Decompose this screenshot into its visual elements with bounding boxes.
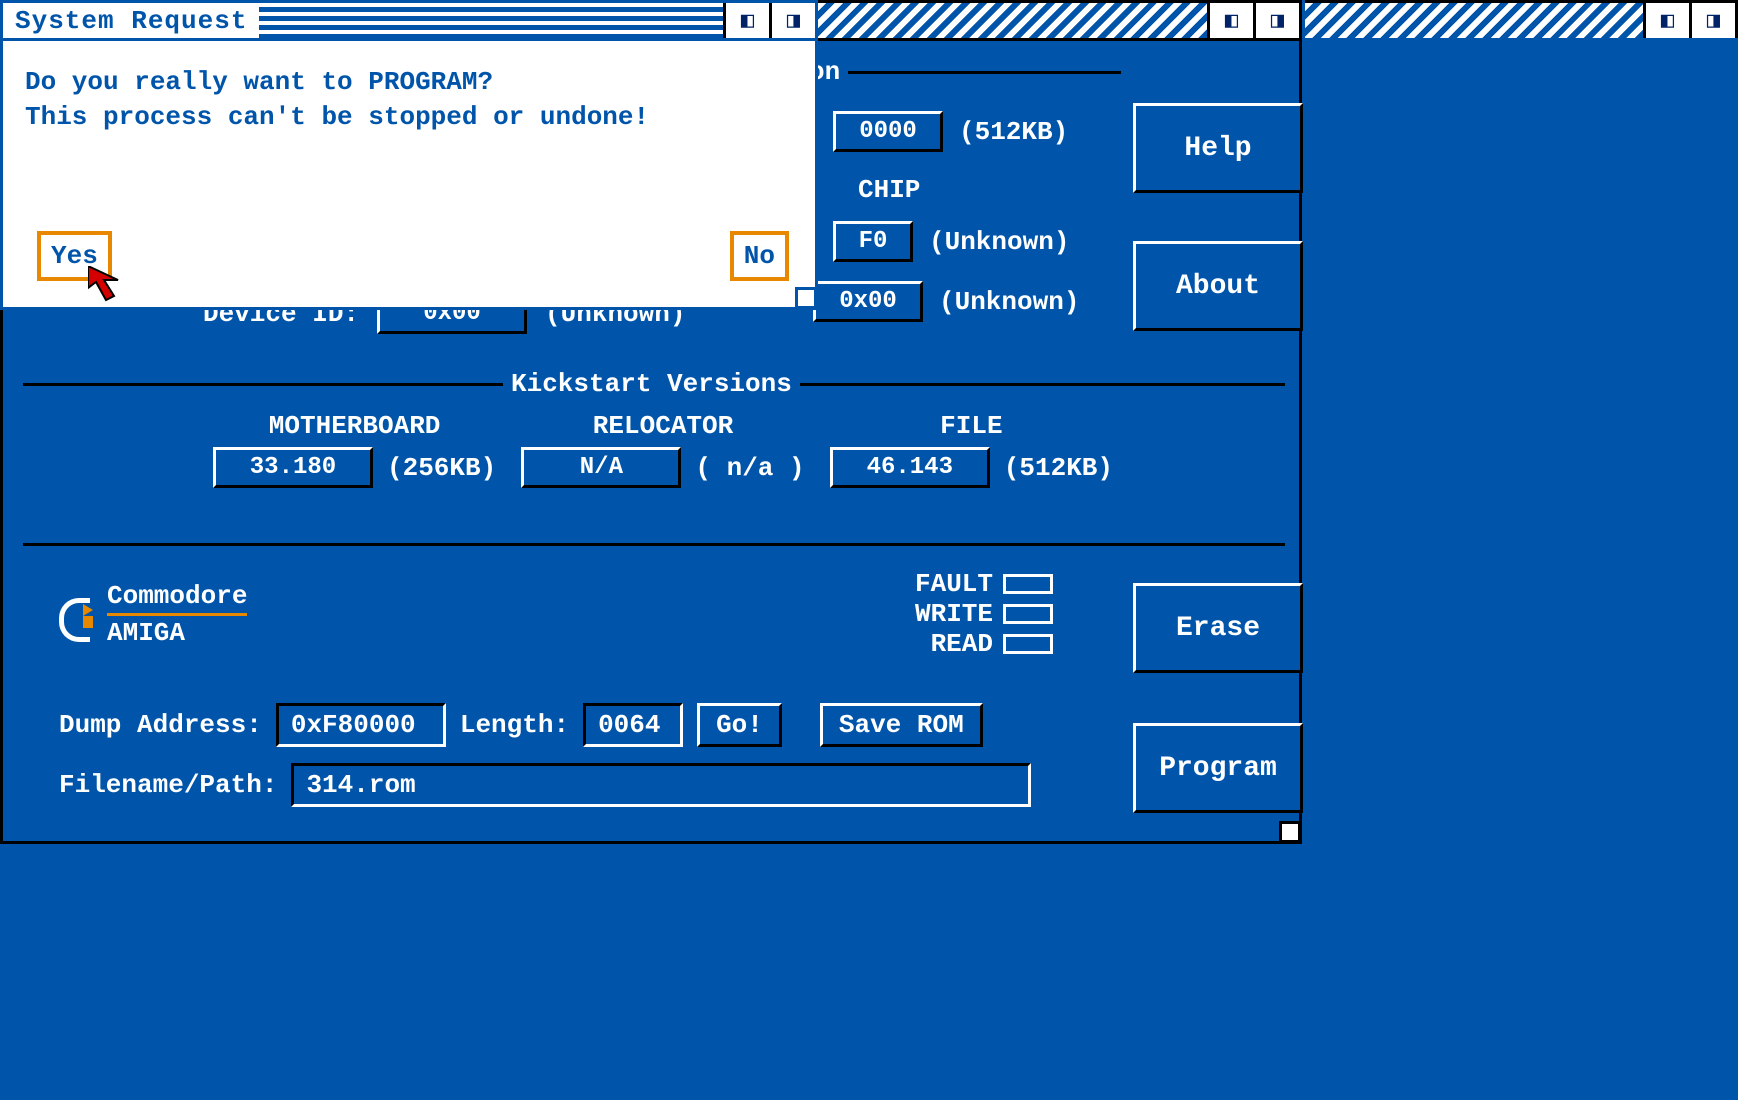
save-rom-button[interactable]: Save ROM bbox=[820, 703, 983, 747]
kick-file-size: (512KB) bbox=[1004, 453, 1113, 483]
kick-group-label: Kickstart Versions bbox=[503, 369, 800, 399]
kick-rel-label: RELOCATOR bbox=[521, 411, 804, 441]
dump-len-label: Length: bbox=[460, 710, 569, 740]
commodore-logo: Commodore AMIGA bbox=[59, 581, 247, 648]
depth-back-icon[interactable]: ◧ bbox=[1207, 3, 1253, 38]
logo-line2: AMIGA bbox=[107, 616, 247, 648]
logo-line1: Commodore bbox=[107, 581, 247, 616]
led-read-label: READ bbox=[931, 629, 993, 659]
filename-label: Filename/Path: bbox=[59, 770, 277, 800]
chip-desc: (Unknown) bbox=[929, 227, 1069, 257]
bg-depth-front-icon[interactable]: ◨ bbox=[1689, 3, 1735, 38]
depth-front-icon[interactable]: ◨ bbox=[1253, 3, 1299, 38]
resize-gadget-icon[interactable] bbox=[1279, 821, 1301, 843]
dialog-depth-back-icon[interactable]: ◧ bbox=[723, 3, 769, 38]
kick-mb-value: 33.180 bbox=[213, 447, 373, 488]
dialog-title: System Request bbox=[3, 6, 259, 36]
kick-rel-size: ( n/a ) bbox=[695, 453, 804, 483]
go-button[interactable]: Go! bbox=[697, 703, 782, 747]
dialog-resize-gadget-icon[interactable] bbox=[795, 287, 817, 309]
addr-value: 0000 bbox=[833, 111, 943, 152]
dialog-message: Do you really want to PROGRAM? This proc… bbox=[3, 41, 815, 159]
titlebar-pattern bbox=[1305, 3, 1643, 38]
dialog-no-button[interactable]: No bbox=[730, 231, 789, 281]
kick-file-value: 46.143 bbox=[830, 447, 990, 488]
led-fault bbox=[1003, 574, 1053, 594]
kick-mb-label: MOTHERBOARD bbox=[213, 411, 496, 441]
dump-addr-input[interactable]: 0xF80000 bbox=[276, 703, 446, 747]
chip-label: CHIP bbox=[858, 175, 920, 205]
commodore-check-icon bbox=[59, 598, 93, 632]
bottom-divider bbox=[23, 543, 1285, 546]
dump-len-input[interactable]: 0064 bbox=[583, 703, 683, 747]
led-read bbox=[1003, 634, 1053, 654]
bg-depth-back-icon[interactable]: ◧ bbox=[1643, 3, 1689, 38]
dialog-title-stripes bbox=[259, 3, 723, 38]
info-ex1-desc: (Unknown) bbox=[939, 287, 1079, 317]
dump-addr-label: Dump Address: bbox=[59, 710, 262, 740]
led-write-label: WRITE bbox=[915, 599, 993, 629]
background-window-titlebar: ◧ ◨ bbox=[1305, 0, 1738, 38]
kick-rel-value: N/A bbox=[521, 447, 681, 488]
help-button[interactable]: Help bbox=[1133, 103, 1303, 193]
info-ex1-value: 0x00 bbox=[813, 281, 923, 322]
chip-value: F0 bbox=[833, 221, 913, 262]
dialog-line2: This process can't be stopped or undone! bbox=[25, 100, 793, 135]
filename-input[interactable]: 314.rom bbox=[291, 763, 1031, 807]
kick-mb-size: (256KB) bbox=[387, 453, 496, 483]
program-button[interactable]: Program bbox=[1133, 723, 1303, 813]
addr-size: (512KB) bbox=[959, 117, 1068, 147]
dialog-line1: Do you really want to PROGRAM? bbox=[25, 65, 793, 100]
led-write bbox=[1003, 604, 1053, 624]
about-button[interactable]: About bbox=[1133, 241, 1303, 331]
erase-button[interactable]: Erase bbox=[1133, 583, 1303, 673]
system-request-dialog: System Request ◧ ◨ Do you really want to… bbox=[0, 0, 818, 310]
kick-file-label: FILE bbox=[830, 411, 1113, 441]
dialog-titlebar[interactable]: System Request ◧ ◨ bbox=[3, 3, 815, 41]
dialog-depth-front-icon[interactable]: ◨ bbox=[769, 3, 815, 38]
led-fault-label: FAULT bbox=[915, 569, 993, 599]
